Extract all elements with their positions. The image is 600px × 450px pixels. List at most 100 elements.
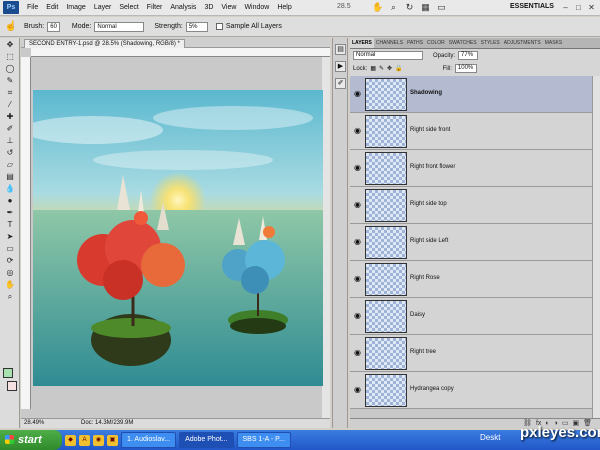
hand-tool-icon[interactable]: ✋ — [3, 279, 17, 290]
document-tab[interactable]: SECOND ENTRY-1.psd @ 28.5% (Shadowing, R… — [24, 39, 185, 48]
lock-position-icon[interactable]: ✥ — [387, 65, 392, 72]
dodge-tool-icon[interactable]: ● — [3, 195, 17, 206]
menu-file[interactable]: File — [23, 4, 42, 11]
layer-row[interactable]: ◉ Right Rose — [350, 261, 592, 298]
brush-tool-icon[interactable]: ✐ — [3, 123, 17, 134]
zoom-level-field[interactable]: 28.49% — [24, 419, 44, 428]
3d-orbit-tool-icon[interactable]: ◎ — [3, 267, 17, 278]
taskbar-button-photoshop[interactable]: Adobe Phot... — [179, 432, 234, 448]
maximize-icon[interactable]: □ — [573, 2, 584, 13]
fill-input[interactable]: 100% — [454, 64, 477, 73]
tab-color[interactable]: COLOR — [425, 38, 447, 48]
arrange-documents-icon[interactable]: ▦ — [420, 2, 431, 13]
layers-scrollbar[interactable] — [592, 76, 600, 418]
tab-styles[interactable]: STYLES — [479, 38, 502, 48]
menu-window[interactable]: Window — [240, 4, 273, 11]
rotate-view-icon[interactable]: ↻ — [404, 2, 415, 13]
eye-icon[interactable]: ◉ — [353, 89, 362, 98]
layer-row[interactable]: ◉ Right tree — [350, 335, 592, 372]
pen-tool-icon[interactable]: ✒ — [3, 207, 17, 218]
eye-icon[interactable]: ◉ — [353, 163, 362, 172]
mode-select[interactable]: Normal — [94, 21, 145, 32]
tab-layers[interactable]: LAYERS — [350, 38, 374, 48]
tab-masks[interactable]: MASKS — [543, 38, 565, 48]
taskbar-button-audioslave[interactable]: 1. Audioslav... — [121, 432, 177, 448]
eyedropper-tool-icon[interactable]: ⁄ — [3, 99, 17, 110]
crop-tool-icon[interactable]: ⌗ — [3, 87, 17, 98]
menu-layer[interactable]: Layer — [90, 4, 116, 11]
menu-filter[interactable]: Filter — [143, 4, 167, 11]
background-color-swatch[interactable] — [7, 381, 17, 391]
document-vertical-scrollbar[interactable] — [322, 57, 330, 418]
layer-row[interactable]: ◉ Right front flower — [350, 150, 592, 187]
lock-transparency-icon[interactable]: ▦ — [370, 65, 376, 72]
desktop-toolbar-label[interactable]: Deskt — [480, 433, 500, 442]
strength-input[interactable]: 5% — [185, 21, 208, 32]
3d-rotate-tool-icon[interactable]: ⟳ — [3, 255, 17, 266]
eye-icon[interactable]: ◉ — [353, 237, 362, 246]
lock-pixels-icon[interactable]: ✎ — [379, 65, 384, 72]
quicklaunch-icon[interactable]: ◉ — [93, 434, 104, 446]
eye-icon[interactable]: ◉ — [353, 200, 362, 209]
eye-icon[interactable]: ◉ — [353, 126, 362, 135]
menu-view[interactable]: View — [217, 4, 240, 11]
move-tool-icon[interactable]: ✥ — [3, 39, 17, 50]
layer-row[interactable]: ◉ Daisy — [350, 298, 592, 335]
horizontal-ruler[interactable] — [31, 48, 330, 57]
opacity-input[interactable]: 77% — [458, 51, 479, 60]
zoom-tool-icon[interactable]: ⌕ — [3, 291, 17, 302]
brush-size-picker[interactable]: 60 — [47, 21, 60, 32]
menu-3d[interactable]: 3D — [200, 4, 217, 11]
quicklaunch-icon[interactable]: ▣ — [107, 434, 118, 446]
zoom-readout[interactable]: 28.5 — [337, 3, 351, 10]
shape-tool-icon[interactable]: ▭ — [3, 243, 17, 254]
tab-channels[interactable]: CHANNELS — [374, 38, 405, 48]
history-brush-tool-icon[interactable]: ↺ — [3, 147, 17, 158]
clone-stamp-tool-icon[interactable]: ⊥ — [3, 135, 17, 146]
lock-all-icon[interactable]: 🔒 — [395, 65, 402, 72]
tab-paths[interactable]: PATHS — [405, 38, 425, 48]
path-select-tool-icon[interactable]: ➤ — [3, 231, 17, 242]
eye-icon[interactable]: ◉ — [353, 385, 362, 394]
healing-brush-tool-icon[interactable]: ✚ — [3, 111, 17, 122]
type-tool-icon[interactable]: T — [3, 219, 17, 230]
blend-mode-select[interactable]: Normal — [353, 51, 423, 60]
menu-select[interactable]: Select — [115, 4, 142, 11]
vertical-ruler[interactable] — [21, 57, 31, 409]
zoom-icon[interactable]: ⌕ — [388, 2, 399, 13]
eraser-tool-icon[interactable]: ▱ — [3, 159, 17, 170]
marquee-tool-icon[interactable]: ⬚ — [3, 51, 17, 62]
sample-all-layers-checkbox[interactable] — [215, 23, 223, 30]
quicklaunch-icon[interactable]: A — [79, 434, 90, 446]
tab-swatches[interactable]: SWATCHES — [447, 38, 479, 48]
smudge-tool-icon[interactable]: ☝ — [4, 20, 18, 34]
tab-adjustments[interactable]: ADJUSTMENTS — [502, 38, 543, 48]
quicklaunch-icon[interactable]: ◆ — [65, 434, 76, 446]
layer-row-shadowing[interactable]: ◉ Shadowing — [350, 76, 592, 113]
workspace-switcher[interactable]: ESSENTIALS — [510, 3, 554, 10]
menu-help[interactable]: Help — [273, 4, 295, 11]
taskbar-button-sbs[interactable]: SBS 1-A - P... — [236, 432, 291, 448]
minimize-icon[interactable]: – — [560, 2, 571, 13]
menu-image[interactable]: Image — [62, 4, 89, 11]
eye-icon[interactable]: ◉ — [353, 348, 362, 357]
quick-select-tool-icon[interactable]: ✎ — [3, 75, 17, 86]
menu-analysis[interactable]: Analysis — [166, 4, 200, 11]
layer-row[interactable]: ◉ Hydrangea copy — [350, 372, 592, 409]
hand-icon[interactable]: ✋ — [372, 2, 383, 13]
menu-edit[interactable]: Edit — [42, 4, 62, 11]
blur-tool-icon[interactable]: 💧 — [3, 183, 17, 194]
actions-panel-icon[interactable]: ▶ — [335, 61, 346, 72]
history-panel-icon[interactable]: ▤ — [335, 44, 346, 55]
image-canvas[interactable] — [33, 90, 323, 386]
layer-row[interactable]: ◉ Right side front — [350, 113, 592, 150]
layer-row[interactable]: ◉ Right side top — [350, 187, 592, 224]
brushes-panel-icon[interactable]: ✐ — [335, 78, 346, 89]
gradient-tool-icon[interactable]: ▤ — [3, 171, 17, 182]
lasso-tool-icon[interactable]: ◯ — [3, 63, 17, 74]
foreground-color-swatch[interactable] — [3, 368, 13, 378]
eye-icon[interactable]: ◉ — [353, 311, 362, 320]
eye-icon[interactable]: ◉ — [353, 274, 362, 283]
layer-row[interactable]: ◉ Right side Left — [350, 224, 592, 261]
document-info[interactable]: Doc: 14.3M/239.9M — [81, 419, 133, 428]
